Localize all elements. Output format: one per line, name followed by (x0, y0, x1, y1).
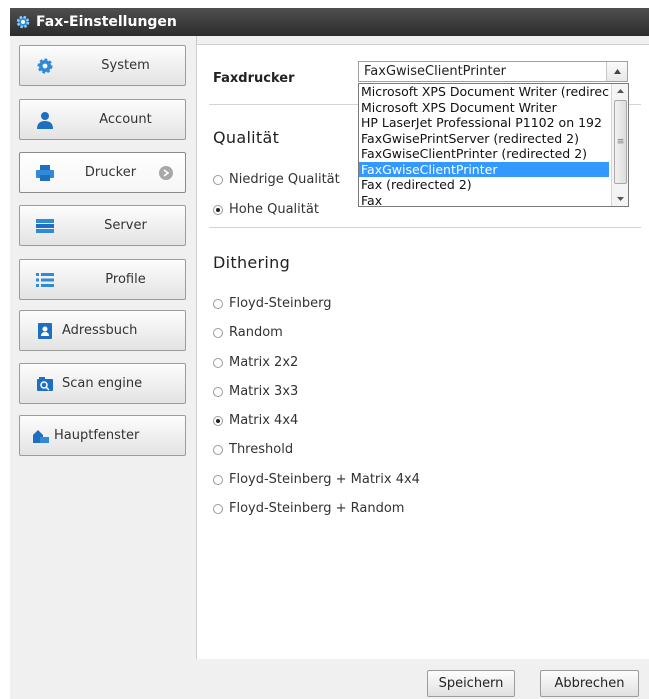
scroll-down-icon[interactable] (612, 192, 628, 206)
sidebar-item-label: Drucker (84, 165, 137, 180)
chevron-right-icon (159, 166, 173, 180)
dropdown-option[interactable]: FaxGwisePrintServer (redirected 2) (359, 131, 609, 147)
sidebar-item-server[interactable]: Server (19, 205, 186, 246)
radio-button[interactable] (213, 474, 223, 485)
scanner-icon (34, 373, 56, 395)
settings-window: Fax-Einstellungen System Account Drucker (10, 8, 649, 699)
sidebar-item-label: Account (99, 112, 152, 127)
gear-icon (14, 13, 32, 31)
dithering-option-matrix-4x4[interactable]: Matrix 4x4 (213, 413, 298, 428)
fax-printer-select[interactable]: FaxGwiseClientPrinter (358, 61, 628, 82)
radio-button[interactable] (213, 386, 223, 397)
sidebar-item-profile[interactable]: Profile (19, 259, 186, 300)
quality-option-low[interactable]: Niedrige Qualität (213, 172, 340, 187)
radio-label: Floyd-Steinberg (229, 296, 332, 311)
radio-button[interactable] (213, 503, 223, 514)
server-icon (34, 215, 56, 237)
radio-label: Hohe Qualität (229, 202, 319, 217)
settings-panel: Faxdrucker FaxGwiseClientPrinter Microso… (196, 44, 649, 660)
sidebar-item-label: Server (104, 218, 147, 233)
sidebar-item-drucker[interactable]: Drucker (19, 152, 186, 193)
printer-icon (34, 162, 56, 184)
radio-label: Floyd-Steinberg + Matrix 4x4 (229, 472, 420, 487)
sidebar-item-adressbuch[interactable]: Adressbuch (19, 310, 186, 351)
sidebar-item-scan-engine[interactable]: Scan engine (19, 363, 186, 404)
dropdown-option[interactable]: FaxGwiseClientPrinter (redirected 2) (359, 146, 609, 162)
dropdown-option[interactable]: Fax (359, 193, 609, 206)
radio-label: Random (229, 325, 283, 340)
quality-heading: Qualität (213, 128, 280, 147)
dropdown-option[interactable]: Microsoft XPS Document Writer (359, 100, 609, 116)
dithering-option-floyd-steinberg-random[interactable]: Floyd-Steinberg + Random (213, 501, 404, 516)
dropdown-option[interactable]: Microsoft XPS Document Writer (redirecte… (359, 84, 609, 100)
user-icon (34, 109, 56, 131)
radio-label: Matrix 2x2 (229, 355, 299, 370)
scroll-up-icon[interactable] (612, 84, 628, 98)
radio-button[interactable] (213, 327, 223, 338)
dropdown-option[interactable]: Fax (redirected 2) (359, 177, 609, 193)
radio-button-selected[interactable] (213, 415, 223, 426)
radio-label: Matrix 4x4 (229, 413, 299, 428)
dithering-heading: Dithering (213, 253, 291, 272)
radio-button[interactable] (213, 444, 223, 455)
fax-printer-dropdown-list[interactable]: Microsoft XPS Document Writer (redirecte… (358, 83, 629, 207)
sidebar-item-hauptfenster[interactable]: Hauptfenster (19, 415, 186, 456)
address-book-icon (34, 320, 56, 342)
cancel-button[interactable]: Abbrechen (540, 670, 639, 697)
dithering-option-matrix-2x2[interactable]: Matrix 2x2 (213, 355, 298, 370)
dithering-option-threshold[interactable]: Threshold (213, 442, 293, 457)
dithering-option-floyd-steinberg[interactable]: Floyd-Steinberg (213, 296, 332, 311)
scroll-thumb[interactable]: ≡ (614, 100, 627, 184)
fax-printer-selected-value: FaxGwiseClientPrinter (364, 64, 506, 79)
save-button[interactable]: Speichern (427, 670, 515, 697)
radio-button[interactable] (213, 298, 223, 309)
dropdown-scrollbar[interactable]: ≡ (611, 84, 628, 206)
radio-button-selected[interactable] (213, 204, 223, 215)
dropdown-option-highlighted[interactable]: FaxGwiseClientPrinter (359, 161, 609, 177)
quality-option-high[interactable]: Hohe Qualität (213, 202, 319, 217)
sidebar-item-label: Hauptfenster (54, 428, 140, 443)
radio-button[interactable] (213, 357, 223, 368)
window-title: Fax-Einstellungen (36, 14, 177, 30)
sidebar-item-label: Adressbuch (62, 323, 138, 338)
fax-printer-label: Faxdrucker (213, 71, 295, 86)
dithering-option-matrix-3x3[interactable]: Matrix 3x3 (213, 384, 298, 399)
radio-label: Niedrige Qualität (229, 172, 340, 187)
list-icon (34, 269, 56, 291)
radio-label: Matrix 3x3 (229, 384, 299, 399)
sidebar: System Account Drucker Server Profile Ad… (10, 36, 197, 699)
sidebar-item-label: Profile (105, 272, 146, 287)
sidebar-item-account[interactable]: Account (19, 99, 186, 140)
dithering-option-floyd-steinberg-matrix-4x4[interactable]: Floyd-Steinberg + Matrix 4x4 (213, 472, 420, 487)
radio-button[interactable] (213, 174, 223, 185)
chevron-up-icon[interactable] (606, 62, 627, 81)
sidebar-item-system[interactable]: System (19, 45, 186, 86)
dropdown-option[interactable]: HP LaserJet Professional P1102 on 192 (359, 115, 609, 131)
sidebar-item-label: System (101, 58, 150, 73)
sidebar-item-label: Scan engine (62, 376, 143, 391)
gear-icon (34, 55, 56, 77)
footer-bar: Speichern Abbrechen (196, 659, 649, 699)
divider (209, 227, 641, 228)
dithering-option-random[interactable]: Random (213, 325, 283, 340)
radio-label: Threshold (229, 442, 294, 457)
title-bar: Fax-Einstellungen (10, 8, 649, 36)
radio-label: Floyd-Steinberg + Random (229, 501, 405, 516)
home-window-icon (30, 425, 52, 447)
